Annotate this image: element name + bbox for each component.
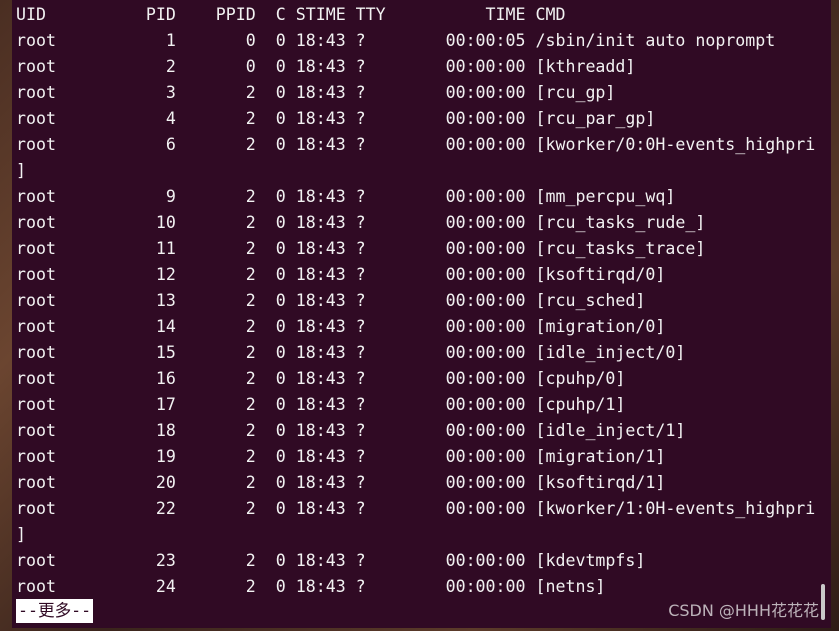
ps-output-line: root 19 2 0 18:43 ? 00:00:00 [migration/… xyxy=(16,447,666,466)
ps-output-line: root 9 2 0 18:43 ? 00:00:00 [mm_percpu_w… xyxy=(16,187,676,206)
ps-output-line: root 17 2 0 18:43 ? 00:00:00 [cpuhp/1] xyxy=(16,395,626,414)
ps-output-line: root 16 2 0 18:43 ? 00:00:00 [cpuhp/0] xyxy=(16,369,626,388)
ps-output-line: root 15 2 0 18:43 ? 00:00:00 [idle_injec… xyxy=(16,343,686,362)
ps-output-line: root 3 2 0 18:43 ? 00:00:00 [rcu_gp] xyxy=(16,83,616,102)
ps-output-line: root 12 2 0 18:43 ? 00:00:00 [ksoftirqd/… xyxy=(16,265,666,284)
ps-output-line: root 11 2 0 18:43 ? 00:00:00 [rcu_tasks_… xyxy=(16,239,706,258)
ps-output-line: root 1 0 0 18:43 ? 00:00:05 /sbin/init a… xyxy=(16,31,776,50)
ps-output-line: root 20 2 0 18:43 ? 00:00:00 [ksoftirqd/… xyxy=(16,473,666,492)
ps-output-line: root 22 2 0 18:43 ? 00:00:00 [kworker/1:… xyxy=(16,499,816,518)
desktop-background: UID PID PPID C STIME TTY TIME CMD root 1… xyxy=(0,0,839,631)
ps-output-line: root 6 2 0 18:43 ? 00:00:00 [kworker/0:0… xyxy=(16,135,816,154)
ps-output-line: root 10 2 0 18:43 ? 00:00:00 [rcu_tasks_… xyxy=(16,213,706,232)
ps-header-row: UID PID PPID C STIME TTY TIME CMD xyxy=(16,5,566,24)
terminal-scrollbar[interactable] xyxy=(821,584,825,620)
terminal-output[interactable]: UID PID PPID C STIME TTY TIME CMD root 1… xyxy=(12,0,831,628)
ps-output-line: root 14 2 0 18:43 ? 00:00:00 [migration/… xyxy=(16,317,666,336)
pager-more-prompt[interactable]: --更多-- xyxy=(16,599,94,623)
ps-output-line: root 2 0 0 18:43 ? 00:00:00 [kthreadd] xyxy=(16,57,636,76)
ps-output-line-wrap: ] xyxy=(16,525,26,544)
ps-output-line: root 23 2 0 18:43 ? 00:00:00 [kdevtmpfs] xyxy=(16,551,646,570)
ps-output-line: root 13 2 0 18:43 ? 00:00:00 [rcu_sched] xyxy=(16,291,646,310)
ps-output-line: root 18 2 0 18:43 ? 00:00:00 [idle_injec… xyxy=(16,421,686,440)
ps-output-line-wrap: ] xyxy=(16,161,26,180)
ps-output-line: root 4 2 0 18:43 ? 00:00:00 [rcu_par_gp] xyxy=(16,109,656,128)
ps-output-line: root 24 2 0 18:43 ? 00:00:00 [netns] xyxy=(16,577,606,596)
csdn-watermark: CSDN @HHH花花花 xyxy=(668,601,819,620)
